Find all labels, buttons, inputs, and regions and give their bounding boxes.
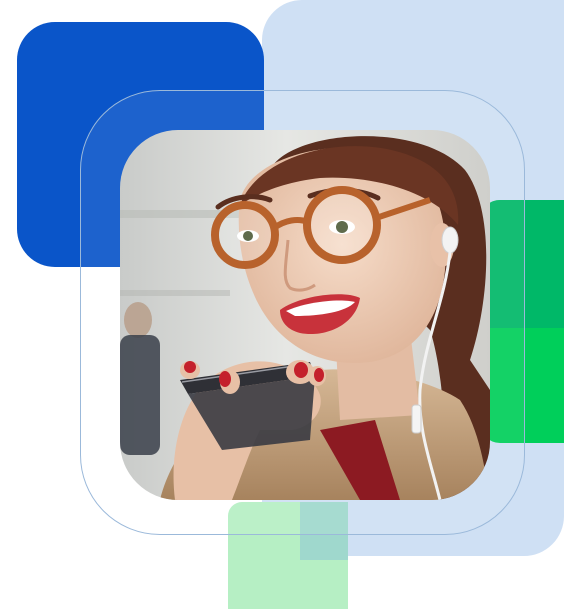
woman-speaking-into-phone-icon xyxy=(120,130,490,500)
hero-photo xyxy=(120,130,490,500)
